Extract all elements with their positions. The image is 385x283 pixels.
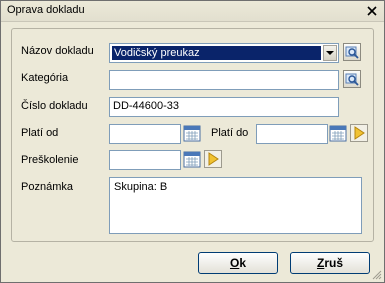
ok-button-label: k [239, 256, 247, 270]
category-search-button[interactable] [343, 70, 361, 88]
doc-number-input[interactable]: DD-44600-33 [109, 97, 339, 117]
valid-from-input[interactable] [109, 124, 181, 144]
ok-button[interactable]: Ok [198, 252, 278, 274]
doc-name-combo[interactable]: Vodičský preukaz [109, 43, 339, 63]
title-bar: Oprava dokladu [1, 1, 384, 22]
category-label: Kategória [21, 72, 69, 84]
cancel-button-accel: Z [316, 256, 325, 270]
search-icon [345, 46, 359, 59]
window-title: Oprava dokladu [7, 4, 85, 16]
doc-name-search-button[interactable] [343, 43, 361, 61]
dropdown-button[interactable] [323, 45, 337, 61]
ok-button-accel: O [229, 256, 240, 270]
calendar-icon[interactable] [183, 124, 201, 142]
calendar-icon[interactable] [183, 150, 201, 168]
note-label: Poznámka [21, 181, 73, 193]
doc-number-label: Číslo dokladu [21, 100, 88, 112]
search-icon [345, 73, 359, 86]
note-textarea[interactable]: Skupina: B [109, 177, 362, 234]
cancel-button-label: ruš [324, 256, 344, 270]
close-icon[interactable] [364, 4, 380, 18]
cancel-button[interactable]: Zruš [290, 252, 370, 274]
training-input[interactable] [109, 150, 181, 170]
arrow-right-icon[interactable] [204, 150, 222, 168]
dropdown-arrow-icon [326, 51, 334, 55]
arrow-right-icon[interactable] [350, 124, 368, 142]
valid-to-label: Platí do [211, 127, 249, 139]
valid-to-input[interactable] [256, 124, 328, 144]
training-label: Preškolenie [21, 154, 79, 166]
valid-from-label: Platí od [21, 127, 59, 139]
category-input[interactable] [109, 70, 339, 90]
doc-name-label: Názov dokladu [21, 45, 94, 57]
resize-grip-icon[interactable] [372, 270, 382, 280]
dialog-window: Oprava dokladu Názov dokladu Vodičský pr… [0, 0, 385, 283]
calendar-icon[interactable] [329, 124, 347, 142]
doc-name-value: Vodičský preukaz [112, 46, 321, 60]
